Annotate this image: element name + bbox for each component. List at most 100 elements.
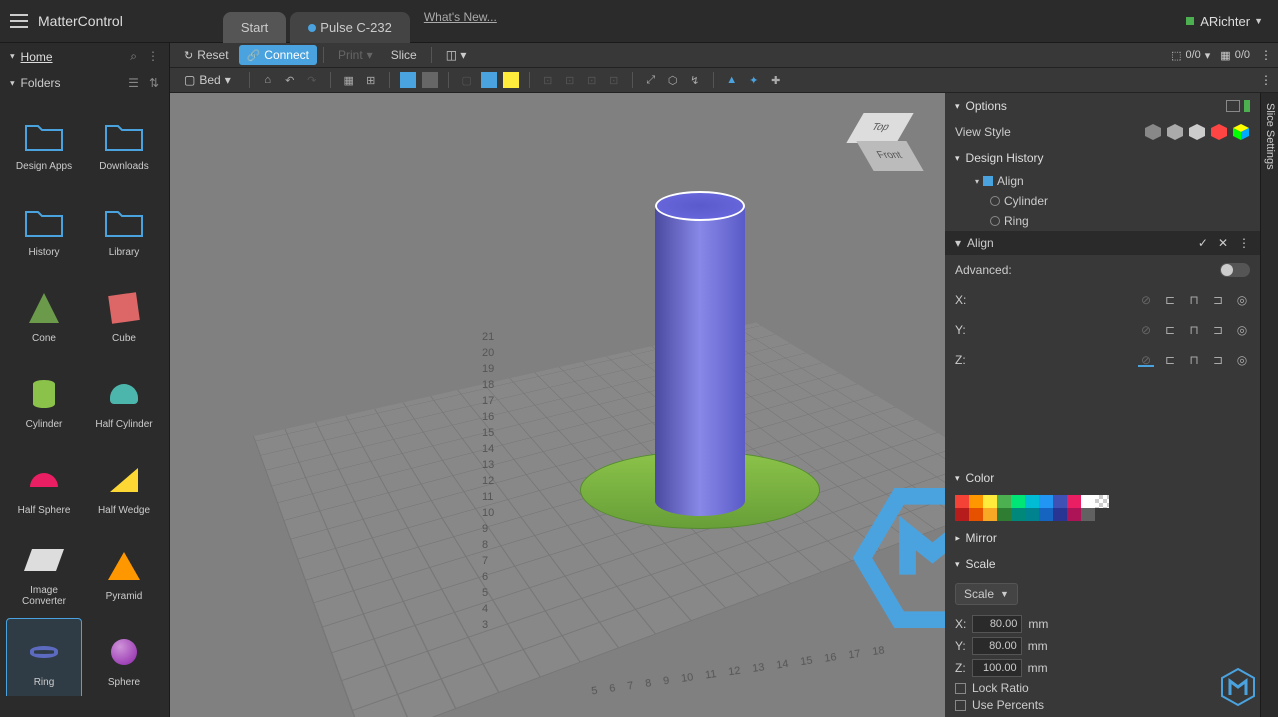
close-icon[interactable]: ✕ [1218, 236, 1228, 250]
group-icon[interactable]: ⊡ [584, 72, 600, 88]
history-header[interactable]: ▾Design History [945, 145, 1260, 171]
sort-icon[interactable]: ⇅ [149, 76, 159, 90]
tool-icon[interactable] [503, 72, 519, 88]
ops-icon[interactable]: ✚ [768, 72, 784, 88]
color-swatch[interactable] [1053, 495, 1067, 508]
library-item-downloads[interactable]: Downloads [86, 102, 162, 184]
library-item-design-apps[interactable]: Design Apps [6, 102, 82, 184]
library-item-ring[interactable]: Ring [6, 618, 82, 696]
tab-printer[interactable]: Pulse C-232 [290, 12, 410, 43]
color-swatch[interactable] [997, 495, 1011, 508]
align-origin-icon[interactable]: ◎ [1234, 293, 1250, 307]
color-swatch[interactable] [1067, 495, 1081, 508]
tool-icon[interactable] [422, 72, 438, 88]
view-icon[interactable] [1244, 100, 1250, 112]
tree-cylinder[interactable]: Cylinder [945, 191, 1260, 211]
redo-icon[interactable]: ↷ [304, 72, 320, 88]
color-swatch[interactable] [1025, 495, 1039, 508]
lock-ratio-checkbox[interactable] [955, 683, 966, 694]
scale-mode-select[interactable]: Scale▼ [955, 583, 1018, 605]
undo-icon[interactable]: ↶ [282, 72, 298, 88]
scale-header[interactable]: ▾Scale [945, 551, 1260, 577]
tool-icon[interactable] [400, 72, 416, 88]
viewstyle-icon[interactable] [1188, 123, 1206, 141]
tool-icon[interactable]: ⊞ [363, 72, 379, 88]
stat-2[interactable]: ▦0/0 [1220, 49, 1250, 62]
align-none-icon[interactable]: ⊘ [1138, 323, 1154, 337]
use-percents-checkbox[interactable] [955, 700, 966, 711]
align-right-icon[interactable]: ⊐ [1210, 323, 1226, 337]
right-tab-slice-settings[interactable]: Slice Settings [1262, 97, 1278, 717]
align-none-icon[interactable]: ⊘ [1138, 353, 1154, 367]
group-icon[interactable]: ⊡ [606, 72, 622, 88]
advanced-toggle[interactable] [1220, 263, 1250, 277]
options-header[interactable]: ▾Options [945, 93, 1260, 119]
library-item-half-wedge[interactable]: Half Wedge [86, 446, 162, 528]
menu-icon[interactable] [10, 14, 28, 28]
more-icon[interactable]: ⋮ [147, 49, 159, 64]
align-left-icon[interactable]: ⊏ [1162, 323, 1178, 337]
slice-button[interactable]: Slice [383, 45, 425, 65]
color-header[interactable]: ▾Color [945, 465, 1260, 491]
color-swatch[interactable] [1053, 508, 1067, 521]
color-swatch[interactable] [969, 495, 983, 508]
view-icon[interactable] [1226, 100, 1240, 112]
whats-new-link[interactable]: What's New... [424, 10, 497, 32]
ops-icon[interactable]: ✦ [746, 72, 762, 88]
cube-view-button[interactable]: ◫ ▾ [438, 45, 475, 65]
reset-button[interactable]: ↻Reset [176, 45, 237, 65]
scale-x-input[interactable] [972, 615, 1022, 633]
tree-align[interactable]: ▾Align [945, 171, 1260, 191]
user-chevron-icon[interactable]: ▼ [1254, 16, 1263, 26]
viewstyle-icon[interactable] [1210, 123, 1228, 141]
viewstyle-icon[interactable] [1166, 123, 1184, 141]
library-item-history[interactable]: History [6, 188, 82, 270]
tab-start[interactable]: Start [223, 12, 286, 43]
mirror-header[interactable]: ▾Mirror [945, 525, 1260, 551]
tool-icon[interactable]: ▦ [341, 72, 357, 88]
color-swatch[interactable] [969, 508, 983, 521]
color-swatch[interactable] [955, 495, 969, 508]
transform-icon[interactable]: ⬡ [665, 72, 681, 88]
color-swatch[interactable] [1081, 508, 1095, 521]
ops-icon[interactable]: ▲ [724, 72, 740, 88]
print-button[interactable]: Print ▾ [330, 45, 381, 65]
library-item-half-cylinder[interactable]: Half Cylinder [86, 360, 162, 442]
scale-y-input[interactable] [972, 637, 1022, 655]
nav-cube[interactable]: Top Front [845, 113, 915, 183]
color-swatch[interactable] [1025, 508, 1039, 521]
align-left-icon[interactable]: ⊏ [1162, 293, 1178, 307]
connect-button[interactable]: 🔗Connect [239, 45, 317, 65]
align-left-icon[interactable]: ⊏ [1162, 353, 1178, 367]
color-swatch[interactable] [997, 508, 1011, 521]
transform-icon[interactable]: ⤢ [643, 72, 659, 88]
search-icon[interactable]: ⌕ [130, 49, 137, 64]
align-right-icon[interactable]: ⊐ [1210, 293, 1226, 307]
navcube-top[interactable]: Top [846, 113, 913, 143]
toolbar-more-icon[interactable]: ⋮ [1260, 73, 1272, 87]
home-view-icon[interactable]: ⌂ [260, 72, 276, 88]
color-swatch[interactable] [1039, 495, 1053, 508]
bed-dropdown[interactable]: ▢Bed ▾ [176, 70, 239, 90]
color-swatch[interactable] [1081, 495, 1095, 508]
align-center-icon[interactable]: ⊓ [1186, 323, 1202, 337]
list-view-icon[interactable]: ☰ [128, 76, 139, 90]
library-item-sphere[interactable]: Sphere [86, 618, 162, 696]
align-origin-icon[interactable]: ◎ [1234, 353, 1250, 367]
more-icon[interactable]: ⋮ [1238, 236, 1250, 250]
transform-icon[interactable]: ↯ [687, 72, 703, 88]
color-swatch[interactable] [955, 508, 969, 521]
library-item-half-sphere[interactable]: Half Sphere [6, 446, 82, 528]
home-link[interactable]: Home [21, 50, 131, 64]
color-swatch[interactable] [1067, 508, 1081, 521]
library-item-pyramid[interactable]: Pyramid [86, 532, 162, 614]
library-item-cylinder[interactable]: Cylinder [6, 360, 82, 442]
color-swatch[interactable] [983, 495, 997, 508]
library-item-image-converter[interactable]: Image Converter [6, 532, 82, 614]
tool-icon[interactable] [481, 72, 497, 88]
tree-ring[interactable]: Ring [945, 211, 1260, 231]
color-swatch[interactable] [983, 508, 997, 521]
viewport-3d[interactable]: Top Front 212019181716151413121110987654… [170, 93, 945, 717]
align-origin-icon[interactable]: ◎ [1234, 323, 1250, 337]
color-swatch[interactable] [1011, 508, 1025, 521]
